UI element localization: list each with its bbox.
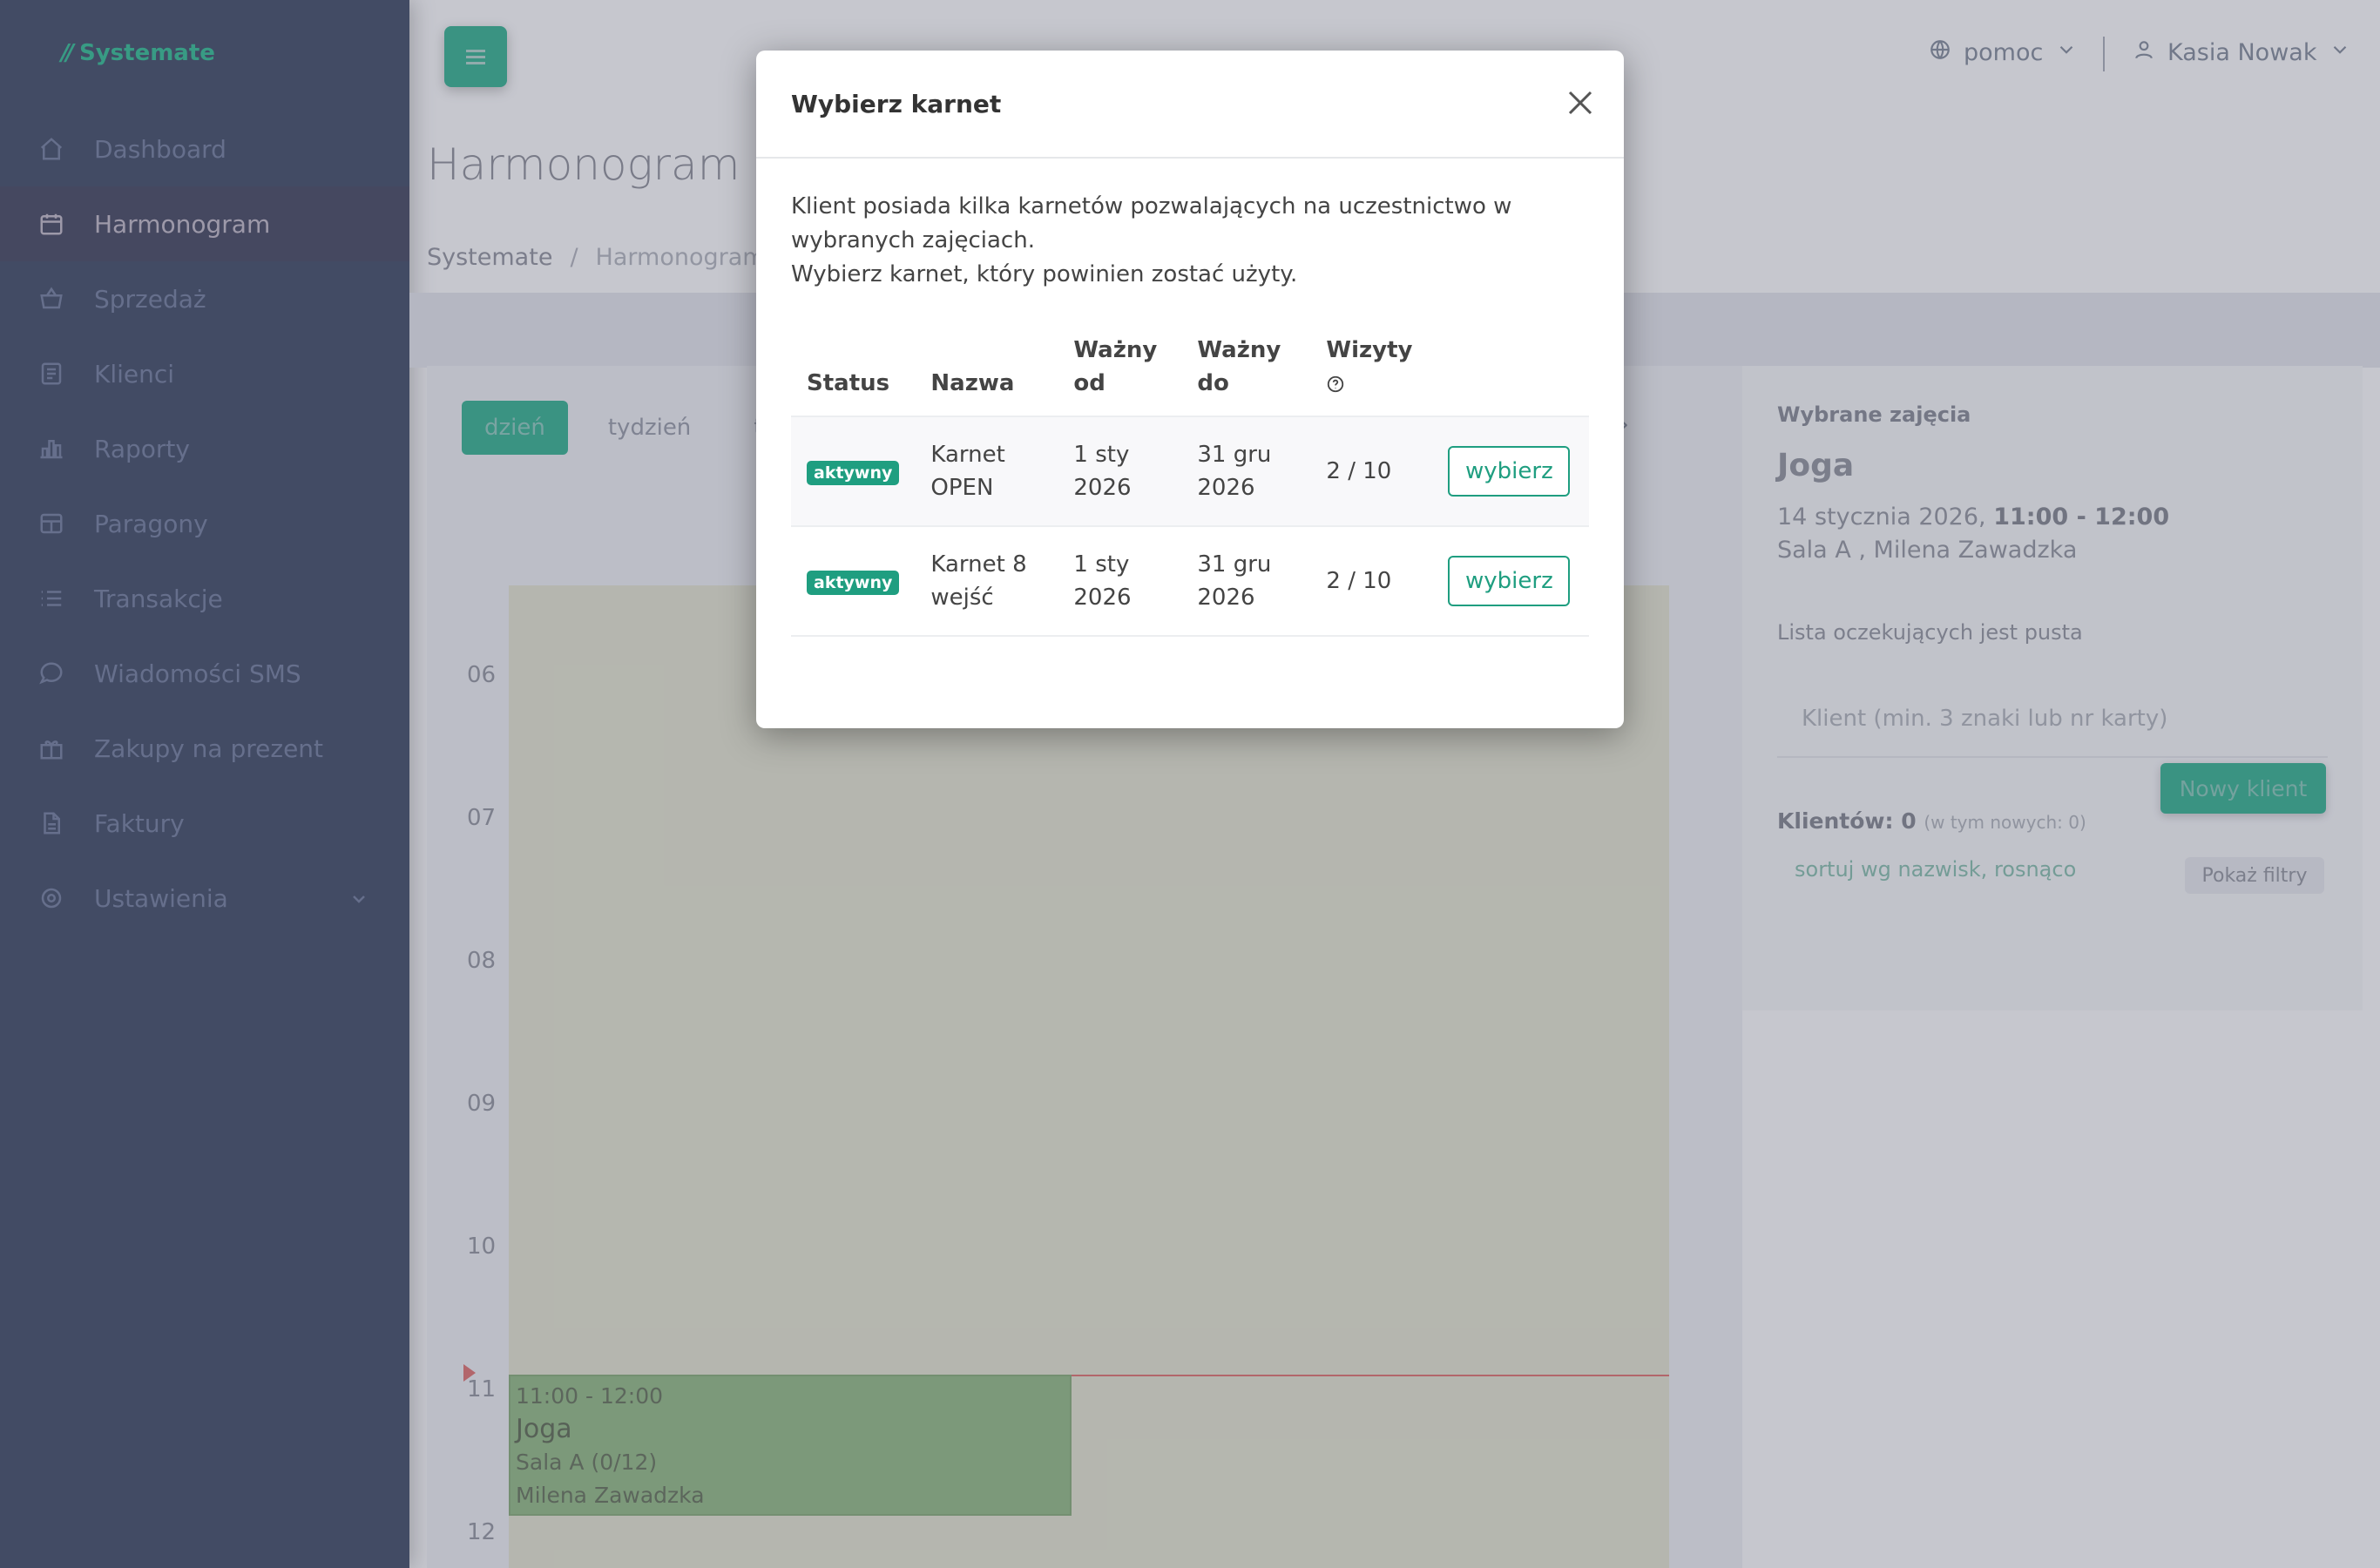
col-status: Status [791,334,916,417]
row-valid-to: 31 gru 2026 [1181,526,1311,637]
row-valid-from: 1 sty 2026 [1058,526,1182,637]
modal-header: Wybierz karnet [756,51,1624,159]
close-icon[interactable] [1563,85,1598,120]
col-valid-to: Ważny do [1181,334,1311,417]
modal-title: Wybierz karnet [791,89,1002,118]
row-visits: 2 / 10 [1310,416,1433,527]
row-name: Karnet 8 wejść [915,526,1058,637]
pass-table: Status Nazwa Ważny od Ważny do Wizyty ak… [791,334,1589,637]
select-pass-button[interactable]: wybierz [1448,446,1571,497]
col-name: Nazwa [915,334,1058,417]
status-badge: aktywny [807,461,900,485]
select-pass-modal: Wybierz karnet Klient posiada kilka karn… [756,51,1624,728]
col-visits-label: Wizyty [1326,337,1413,363]
row-status: aktywny [791,526,916,637]
col-visits: Wizyty [1310,334,1433,417]
row-action: wybierz [1432,416,1589,527]
row-valid-from: 1 sty 2026 [1058,416,1182,527]
col-action [1432,334,1589,417]
col-valid-from: Ważny od [1058,334,1182,417]
modal-text-line: Klient posiada kilka karnetów pozwalając… [791,193,1512,253]
modal-description: Klient posiada kilka karnetów pozwalając… [791,190,1589,292]
row-action: wybierz [1432,526,1589,637]
row-name: Karnet OPEN [915,416,1058,527]
status-badge: aktywny [807,571,900,595]
help-circle-icon[interactable] [1326,370,1345,396]
table-row: aktywny Karnet 8 wejść 1 sty 2026 31 gru… [791,526,1589,637]
select-pass-button[interactable]: wybierz [1448,556,1571,606]
row-valid-to: 31 gru 2026 [1181,416,1311,527]
modal-text-line: Wybierz karnet, który powinien zostać uż… [791,261,1298,287]
row-status: aktywny [791,416,916,527]
table-row: aktywny Karnet OPEN 1 sty 2026 31 gru 20… [791,416,1589,527]
row-visits: 2 / 10 [1310,526,1433,637]
modal-body: Klient posiada kilka karnetów pozwalając… [756,159,1624,668]
